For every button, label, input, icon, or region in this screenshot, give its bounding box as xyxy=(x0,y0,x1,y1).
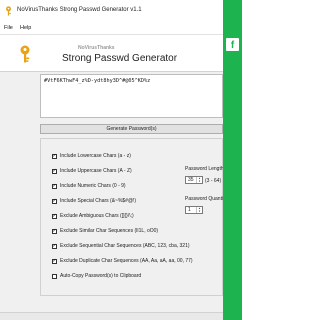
length-range: (3 - 64) xyxy=(205,178,222,184)
option-label: Include Uppercase Chars (A - Z) xyxy=(60,168,132,174)
key-icon xyxy=(20,45,30,63)
checkbox-ambiguous[interactable]: ✓ xyxy=(52,213,57,219)
menu-help[interactable]: Help xyxy=(20,25,31,31)
option-ambiguous[interactable]: ✓ Exclude Ambiguous Chars ([]{}/\;) xyxy=(52,212,134,220)
app-title: Strong Passwd Generator xyxy=(62,53,178,64)
option-label: Exclude Duplicate Char Sequences (AA, Aa… xyxy=(60,258,193,264)
header-divider xyxy=(0,71,223,72)
checkbox-numeric[interactable]: ✓ xyxy=(52,183,57,189)
option-sequential[interactable]: ✓ Exclude Sequential Char Sequences (ABC… xyxy=(52,242,190,250)
checkbox-special[interactable]: ✓ xyxy=(52,198,57,204)
spin-arrows-icon[interactable]: ▲ ▼ xyxy=(196,207,202,213)
checkbox-duplicate[interactable]: ✓ xyxy=(52,258,57,264)
checkbox-uppercase[interactable]: ✓ xyxy=(52,168,57,174)
option-uppercase[interactable]: ✓ Include Uppercase Chars (A - Z) xyxy=(52,167,132,175)
option-label: Exclude Ambiguous Chars ([]{}/\;) xyxy=(60,213,134,219)
option-label: Include Lowercase Chars (a - z) xyxy=(60,153,131,159)
checkbox-lowercase[interactable]: ✓ xyxy=(52,153,57,159)
window-title: NoVirusThanks Strong Passwd Generator v1… xyxy=(17,7,142,13)
option-numeric[interactable]: ✓ Include Numeric Chars (0 - 9) xyxy=(52,182,126,190)
brand-label: NoVirusThanks xyxy=(78,45,115,51)
option-label: Exclude Sequential Char Sequences (ABC, … xyxy=(60,243,190,249)
spin-arrows-icon[interactable]: ▲ ▼ xyxy=(196,177,202,183)
app-header: NoVirusThanks Strong Passwd Generator xyxy=(0,35,223,71)
quantity-label: Password Quantity xyxy=(185,196,227,202)
quantity-value: 1 xyxy=(188,207,191,213)
app-window: NoVirusThanks Strong Passwd Generator v1… xyxy=(0,0,242,320)
length-label: Password Length xyxy=(185,166,224,172)
option-autocopy[interactable]: Auto-Copy Password(s) to Clipboard xyxy=(52,272,141,280)
checkbox-sequential[interactable]: ✓ xyxy=(52,243,57,249)
title-bar: NoVirusThanks Strong Passwd Generator v1… xyxy=(0,0,242,22)
length-stepper[interactable]: 35 ▲ ▼ xyxy=(185,176,203,184)
checkbox-similar[interactable]: ✓ xyxy=(52,228,57,234)
menu-file[interactable]: File xyxy=(4,25,13,31)
key-icon xyxy=(6,6,11,16)
status-bar xyxy=(0,312,223,320)
facebook-icon[interactable]: f xyxy=(226,38,239,51)
option-label: Auto-Copy Password(s) to Clipboard xyxy=(60,273,142,279)
option-label: Include Numeric Chars (0 - 9) xyxy=(60,183,126,189)
quantity-stepper[interactable]: 1 ▲ ▼ xyxy=(185,206,203,214)
option-special[interactable]: ✓ Include Special Chars (&~%$#@!) xyxy=(52,197,136,205)
option-lowercase[interactable]: ✓ Include Lowercase Chars (a - z) xyxy=(52,152,131,160)
option-similar[interactable]: ✓ Exclude Similar Char Sequences (lI1L, … xyxy=(52,227,158,235)
option-label: Exclude Similar Char Sequences (lI1L, oO… xyxy=(60,228,159,234)
length-value: 35 xyxy=(188,177,194,183)
password-output[interactable]: #VtF6KThwF4_z%D-ydt8hy3D^#@05^KD%z xyxy=(44,78,150,84)
option-label: Include Special Chars (&~%$#@!) xyxy=(60,198,137,204)
menu-bar: File Help xyxy=(0,22,223,35)
generate-button[interactable]: Generate Password(s) xyxy=(40,124,223,134)
checkbox-autocopy[interactable] xyxy=(52,273,57,279)
option-duplicate[interactable]: ✓ Exclude Duplicate Char Sequences (AA, … xyxy=(52,257,193,265)
